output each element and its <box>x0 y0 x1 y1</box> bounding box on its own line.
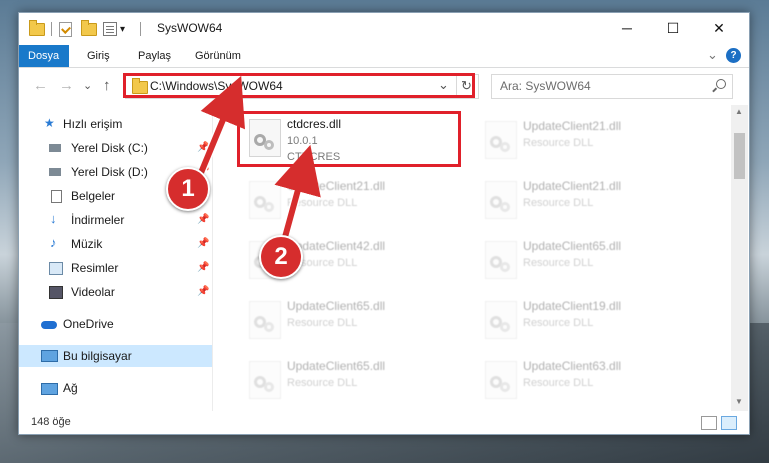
step-1-badge: 1 <box>166 167 210 211</box>
step-2-badge: 2 <box>259 235 303 279</box>
annotation-arrows <box>193 75 321 250</box>
arrow-1 <box>195 75 245 182</box>
